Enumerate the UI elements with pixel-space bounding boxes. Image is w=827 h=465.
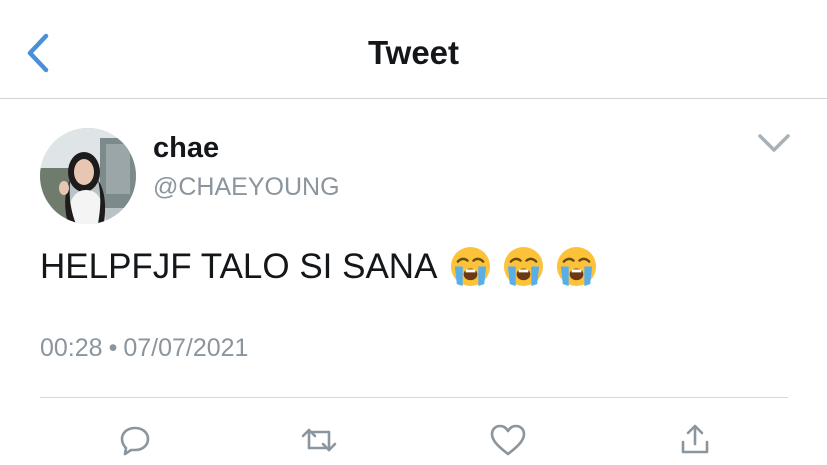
retweet-icon [301, 428, 337, 452]
author-handle[interactable]: @CHAEYOUNG [153, 173, 340, 202]
tweet-time: 00:28 [40, 334, 103, 362]
retweet-button[interactable] [297, 420, 341, 460]
avatar[interactable] [40, 128, 136, 224]
avatar-image [40, 128, 136, 224]
loudly-crying-face-icon [451, 246, 491, 287]
separator-dot: • [108, 334, 118, 362]
tweet-text: HELPFJF TALO SI SANA [40, 246, 438, 286]
tweet-timestamp: 00:28 • 07/07/2021 [40, 334, 248, 363]
loudly-crying-face-icon [504, 246, 544, 287]
emoji-group [449, 245, 598, 288]
heart-icon [490, 424, 526, 456]
share-icon [681, 424, 709, 454]
page-title: Tweet [367, 34, 460, 71]
reply-button[interactable] [113, 420, 157, 460]
loudly-crying-face-icon [557, 246, 597, 287]
more-options-button[interactable] [756, 130, 792, 156]
chevron-down-icon [758, 134, 790, 152]
reply-icon [120, 426, 150, 456]
tweet-body: HELPFJF TALO SI SANA [40, 245, 598, 288]
like-button[interactable] [486, 420, 530, 460]
tweet-date: 07/07/2021 [123, 334, 249, 362]
author-display-name[interactable]: chae [153, 132, 219, 165]
share-button[interactable] [673, 420, 717, 460]
nav-header: Tweet [0, 0, 827, 99]
divider [40, 397, 788, 398]
